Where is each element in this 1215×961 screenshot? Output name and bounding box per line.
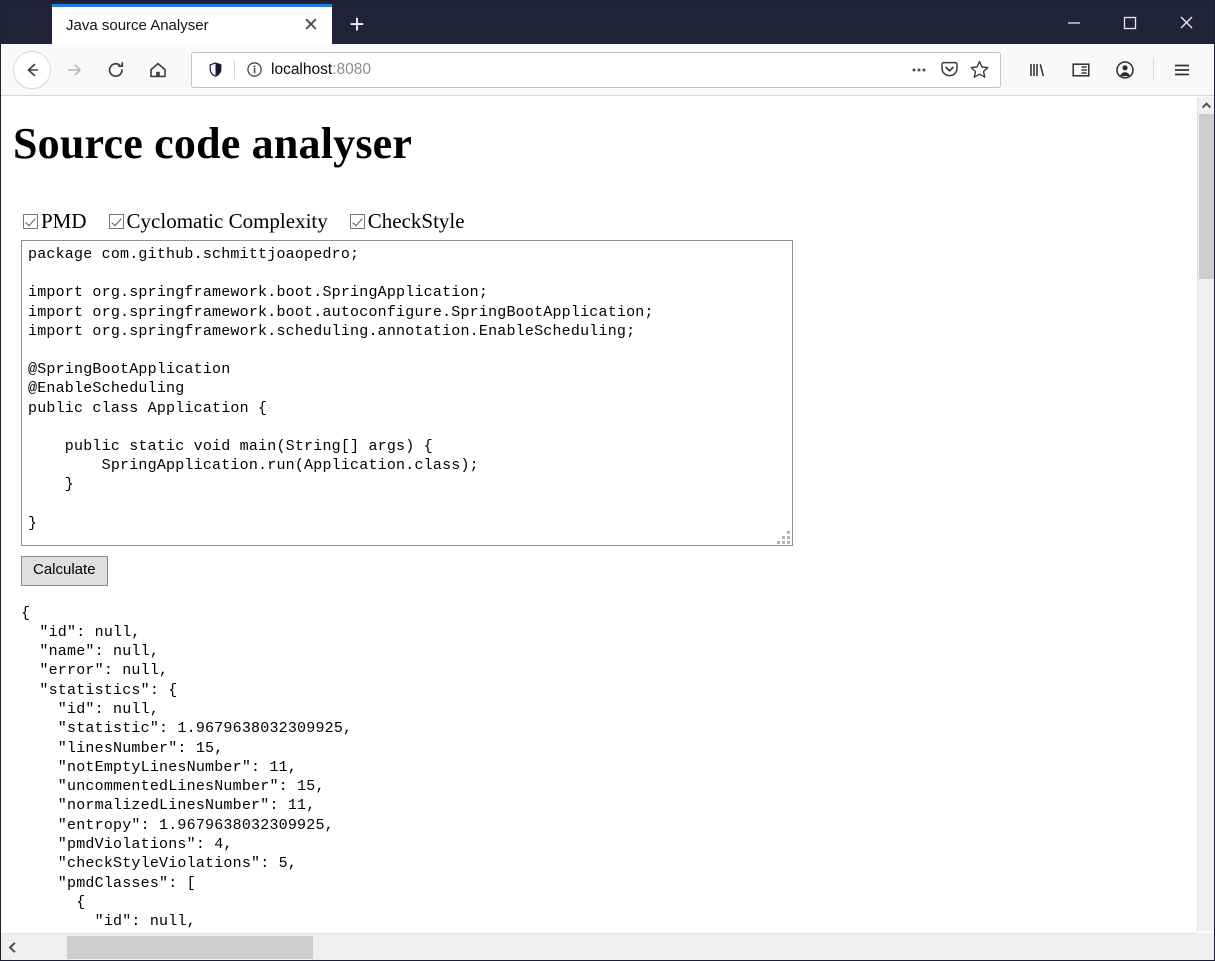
- back-arrow-icon[interactable]: [13, 50, 51, 89]
- sidebar-icon[interactable]: [1062, 51, 1100, 89]
- ellipsis-icon[interactable]: [904, 55, 934, 85]
- horizontal-scrollbar-thumb[interactable]: [67, 935, 313, 959]
- vertical-scrollbar-thumb[interactable]: [1199, 114, 1214, 279]
- url-port: :8080: [332, 60, 371, 78]
- toolbar-right-group: [1009, 51, 1204, 89]
- chevron-left-icon[interactable]: [1, 935, 23, 960]
- chevron-up-icon[interactable]: [1198, 97, 1214, 114]
- web-page: Source code analyser PMD Cyclomatic Comp…: [1, 97, 1197, 931]
- scrollbar-corner: [1197, 933, 1214, 960]
- shield-icon[interactable]: [202, 57, 228, 83]
- calculate-button[interactable]: Calculate: [21, 556, 108, 586]
- checkbox-cyclomatic-complexity[interactable]: [108, 214, 124, 229]
- page-title: Source code analyser: [13, 119, 413, 168]
- info-icon[interactable]: [241, 57, 267, 83]
- close-icon[interactable]: ✕: [298, 13, 324, 39]
- star-icon[interactable]: [964, 55, 994, 85]
- analysis-result-json: { "id": null, "name": null, "error": nul…: [21, 604, 353, 931]
- option-pmd-label: PMD: [41, 209, 87, 233]
- new-tab-button[interactable]: +: [338, 5, 376, 43]
- content-viewport: Source code analyser PMD Cyclomatic Comp…: [1, 97, 1214, 960]
- analyser-options: PMD Cyclomatic Complexity CheckStyle: [23, 211, 1189, 232]
- hamburger-menu-icon[interactable]: [1163, 51, 1201, 89]
- browser-tab[interactable]: Java source Analyser ✕: [52, 4, 332, 44]
- option-cyclomatic-complexity-label: Cyclomatic Complexity: [126, 209, 328, 233]
- checkbox-checkstyle[interactable]: [349, 214, 365, 229]
- checkbox-pmd[interactable]: [23, 214, 38, 229]
- url-bar[interactable]: localhost:8080: [191, 51, 1001, 88]
- tab-title: Java source Analyser: [66, 17, 209, 34]
- url-text[interactable]: localhost:8080: [267, 61, 904, 79]
- window-controls: [1046, 1, 1214, 44]
- option-checkstyle-label: CheckStyle: [367, 209, 465, 233]
- library-icon[interactable]: [1018, 51, 1056, 89]
- reload-icon[interactable]: [97, 51, 135, 89]
- account-icon[interactable]: [1106, 51, 1144, 89]
- navigation-toolbar: localhost:8080: [1, 44, 1214, 96]
- vertical-scrollbar[interactable]: [1197, 97, 1214, 931]
- tab-strip: Java source Analyser ✕ +: [1, 1, 1214, 44]
- home-icon[interactable]: [139, 51, 177, 89]
- browser-window: Java source Analyser ✕ + localhost:8080 …: [0, 0, 1215, 961]
- horizontal-scrollbar[interactable]: [1, 933, 1214, 960]
- textarea-resize-handle[interactable]: [777, 531, 790, 544]
- forward-arrow-icon[interactable]: [55, 51, 93, 89]
- url-host: localhost: [271, 60, 333, 78]
- option-cyclomatic-complexity[interactable]: Cyclomatic Complexity: [108, 209, 328, 233]
- toolbar-divider: [1153, 58, 1154, 81]
- minimize-icon[interactable]: [1046, 1, 1102, 44]
- maximize-icon[interactable]: [1102, 1, 1158, 44]
- url-bar-actions: [904, 55, 994, 85]
- horizontal-scrollbar-track[interactable]: [23, 935, 1192, 960]
- url-divider: [234, 60, 235, 79]
- source-code-text[interactable]: package com.github.schmittjoaopedro; imp…: [22, 241, 792, 533]
- close-window-icon[interactable]: [1158, 1, 1214, 44]
- option-checkstyle[interactable]: CheckStyle: [349, 209, 465, 233]
- option-pmd[interactable]: PMD: [23, 211, 87, 232]
- source-code-textarea[interactable]: package com.github.schmittjoaopedro; imp…: [21, 240, 793, 546]
- pocket-icon[interactable]: [934, 55, 964, 85]
